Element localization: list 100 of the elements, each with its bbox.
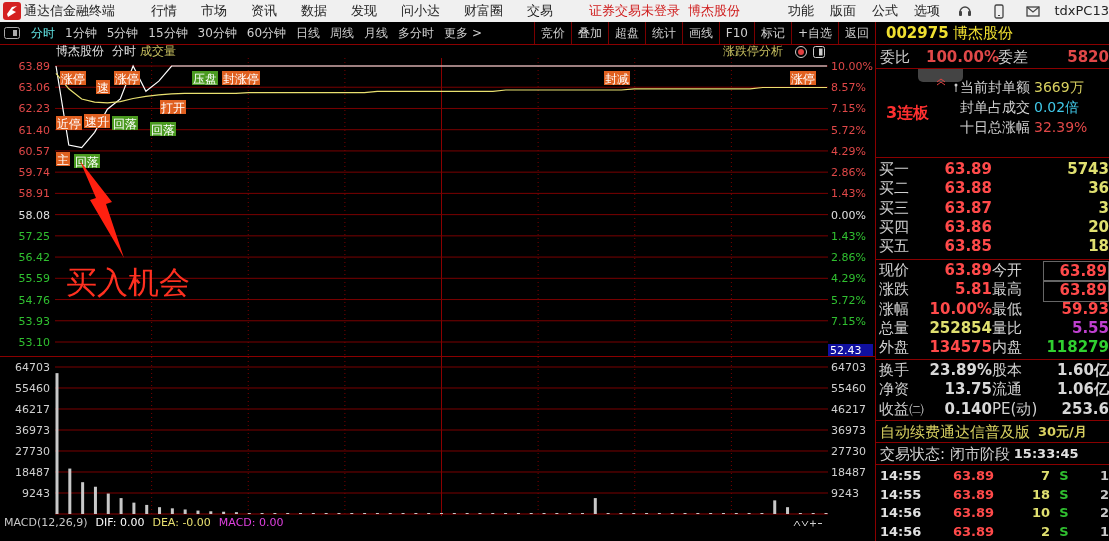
field-label: 封单占成交 xyxy=(960,98,1030,118)
signal-tag: 涨停 xyxy=(60,71,86,86)
field-value: 23.89% xyxy=(928,360,992,381)
indicator-name: 成交量 xyxy=(140,45,176,58)
price-tick-label: 58.91 xyxy=(18,187,50,201)
field-label: 现价 xyxy=(879,260,910,281)
percent-tick-label: 8.57% xyxy=(831,81,866,95)
percent-tick-label: 4.29% xyxy=(831,272,866,286)
signal-tag: 速 xyxy=(96,80,110,95)
price-tick-label: 55.59 xyxy=(18,272,50,286)
percent-tick-label: 2.86% xyxy=(831,166,866,180)
field-value: 0.140 xyxy=(943,399,992,419)
percent-tick-label: 10.00% xyxy=(831,60,873,73)
streak-label: 3连板 xyxy=(885,101,931,124)
trade-side: S xyxy=(1058,522,1070,541)
trade-side: S xyxy=(1058,504,1070,522)
field-label: 总量 xyxy=(879,319,910,339)
volume-tick-label: 36973 xyxy=(15,424,50,437)
signal-tag: 封涨停 xyxy=(222,71,260,86)
field-value: 0.02倍 xyxy=(1034,98,1080,118)
field-value: 100.00% xyxy=(926,47,998,68)
status-time: 15:33:45 xyxy=(1013,445,1079,463)
trade-volume: 18 xyxy=(1030,485,1050,504)
percent-tick-label: 0.00% xyxy=(831,208,866,222)
trade-price: 63.89 xyxy=(951,485,994,504)
stock-name: 博杰股份 xyxy=(952,23,1013,44)
field-value: 63.89 xyxy=(943,260,992,281)
trade-time: 14:56 xyxy=(880,522,923,541)
bid-volume: 3 xyxy=(1097,198,1109,219)
price-tick-label: 62.23 xyxy=(18,102,50,116)
indicator-value: MACD: 0.00 xyxy=(218,516,284,530)
trade-side: S xyxy=(1058,485,1070,504)
field-value: 59.93 xyxy=(1060,299,1109,320)
price-tick-label: 63.89 xyxy=(18,60,50,73)
volume-tick-label: 46217 xyxy=(831,403,866,416)
bid-level-label: 买四 xyxy=(879,218,910,238)
volume-tick-label: 27730 xyxy=(15,445,50,458)
percent-tick-label: 4.29% xyxy=(831,144,866,158)
field-label: 股本 xyxy=(992,360,1023,381)
bid-price: 63.89 xyxy=(943,159,992,180)
percent-tick-label: 7.15% xyxy=(831,102,866,116)
signal-tag: 回落 xyxy=(112,116,138,131)
price-tick-label: 53.93 xyxy=(18,314,50,328)
indicator-value: DEA: -0.00 xyxy=(152,516,211,530)
volume-tick-label: 9243 xyxy=(22,487,50,500)
bid-price: 63.86 xyxy=(943,218,992,238)
trade-count: 2 xyxy=(1098,485,1109,504)
field-value: 1.60亿 xyxy=(1056,360,1109,381)
trade-count: 2 xyxy=(1098,504,1109,522)
volume-tick-label: 64703 xyxy=(15,361,50,374)
field-value: 253.6 xyxy=(1060,399,1109,419)
field-label: 量比 xyxy=(992,319,1023,339)
trade-price: 63.89 xyxy=(951,522,994,541)
bid-level-label: 买三 xyxy=(879,198,910,219)
bid-volume: 18 xyxy=(1087,237,1109,257)
trade-status: 交易状态: 闭市阶段 xyxy=(880,444,1010,464)
trade-time: 14:55 xyxy=(880,467,923,485)
price-tick-label: 57.25 xyxy=(18,229,50,243)
bid-volume: 20 xyxy=(1087,218,1109,238)
price-tick-label: 58.08 xyxy=(18,208,50,222)
field-label: 内盘 xyxy=(992,338,1023,358)
field-label: 涨跌 xyxy=(879,280,910,301)
field-label: 流通 xyxy=(992,380,1023,400)
bid-volume: 36 xyxy=(1087,179,1109,199)
indicator-value: DIF: 0.00 xyxy=(95,516,145,530)
volume-tick-label: 9243 xyxy=(831,487,859,500)
field-label: 十日总涨幅 xyxy=(960,118,1030,138)
callout-text: 买入机会 xyxy=(66,264,190,300)
signal-tag: 涨停 xyxy=(790,71,816,86)
bid-volume: 5743 xyxy=(1066,159,1109,180)
field-value: 3669万 xyxy=(1034,78,1084,98)
trade-count: 1 xyxy=(1098,522,1109,541)
signal-tag: 速升 xyxy=(84,114,110,129)
signal-tag: 打开 xyxy=(160,100,186,115)
field-value: 252854 xyxy=(928,319,992,339)
volume-tick-label: 55460 xyxy=(831,382,866,395)
field-label: 外盘 xyxy=(879,338,910,358)
field-label: 委比 xyxy=(879,47,911,68)
bid-price: 63.87 xyxy=(943,198,992,219)
trade-side: S xyxy=(1058,467,1070,485)
field-label: 换手 xyxy=(879,360,910,381)
field-value: 63.89 xyxy=(1043,280,1109,302)
field-value: 63.89 xyxy=(1043,260,1109,283)
stock-name: 博杰股份 xyxy=(56,45,104,58)
field-label: PE(动) xyxy=(992,399,1039,419)
volume-tick-label: 18487 xyxy=(15,466,50,479)
trade-price: 63.89 xyxy=(951,504,994,522)
field-value: 13.75 xyxy=(943,380,992,400)
trade-price: 63.89 xyxy=(951,467,994,485)
price-tick-label: 59.74 xyxy=(18,166,50,180)
signal-tag: 回落 xyxy=(74,154,100,169)
field-label: 委差 xyxy=(998,47,1028,68)
volume-tick-label: 18487 xyxy=(831,466,866,479)
signal-tag: 主 xyxy=(56,152,70,167)
volume-tick-label: 64703 xyxy=(831,361,866,374)
cursor-price-label: 52.43 xyxy=(828,344,873,356)
field-value: 32.39% xyxy=(1034,118,1088,138)
field-value: 5.81 xyxy=(954,280,992,301)
stock-code: 002975 xyxy=(886,23,949,44)
volume-tick-label: 55460 xyxy=(15,382,50,395)
